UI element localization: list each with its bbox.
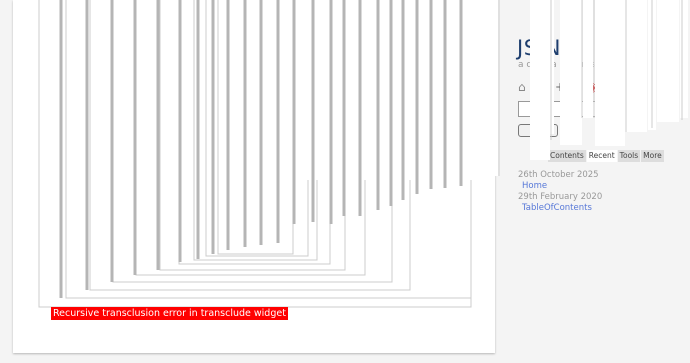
- site-subtitle: a c d a a o l g n s a: [518, 60, 604, 70]
- plus-icon[interactable]: +: [555, 80, 565, 94]
- sidebar-toggle-icon[interactable]: »: [659, 2, 668, 18]
- recent-date: 26th October 2025: [518, 170, 599, 180]
- tab-more[interactable]: More: [641, 150, 664, 162]
- recent-date: 29th February 2020: [518, 192, 603, 202]
- transclusion-error-message: Recursive transclusion error in transclu…: [51, 307, 288, 320]
- home-icon[interactable]: ⌂: [518, 80, 526, 94]
- tab-recent[interactable]: Recent: [586, 150, 617, 162]
- tab-tools[interactable]: Tools: [617, 150, 641, 162]
- sidebar-tabs: Contents Recent Tools More: [518, 150, 665, 162]
- tab-contents[interactable]: Contents: [548, 150, 586, 162]
- recursive-transclusion-art: [38, 0, 472, 308]
- recent-link-home[interactable]: Home: [518, 181, 602, 192]
- story-river: Recursive transclusion error in transclu…: [13, 0, 495, 353]
- nested-frame: [89, 0, 411, 291]
- recent-link-tableofcontents[interactable]: TableOfContents: [518, 203, 602, 214]
- circle-icon[interactable]: ◉: [587, 80, 597, 94]
- nested-frame: [38, 0, 472, 308]
- recent-list: 26th October 2025 Home 29th February 202…: [518, 170, 602, 214]
- search-button[interactable]: [518, 124, 558, 137]
- check-icon[interactable]: ✓: [608, 80, 618, 94]
- site-title: JS N a le: [517, 36, 609, 60]
- nested-frame: [112, 0, 393, 283]
- nested-frame: [178, 0, 331, 265]
- search-input[interactable]: [518, 101, 622, 117]
- control-label[interactable]: I: [578, 80, 582, 94]
